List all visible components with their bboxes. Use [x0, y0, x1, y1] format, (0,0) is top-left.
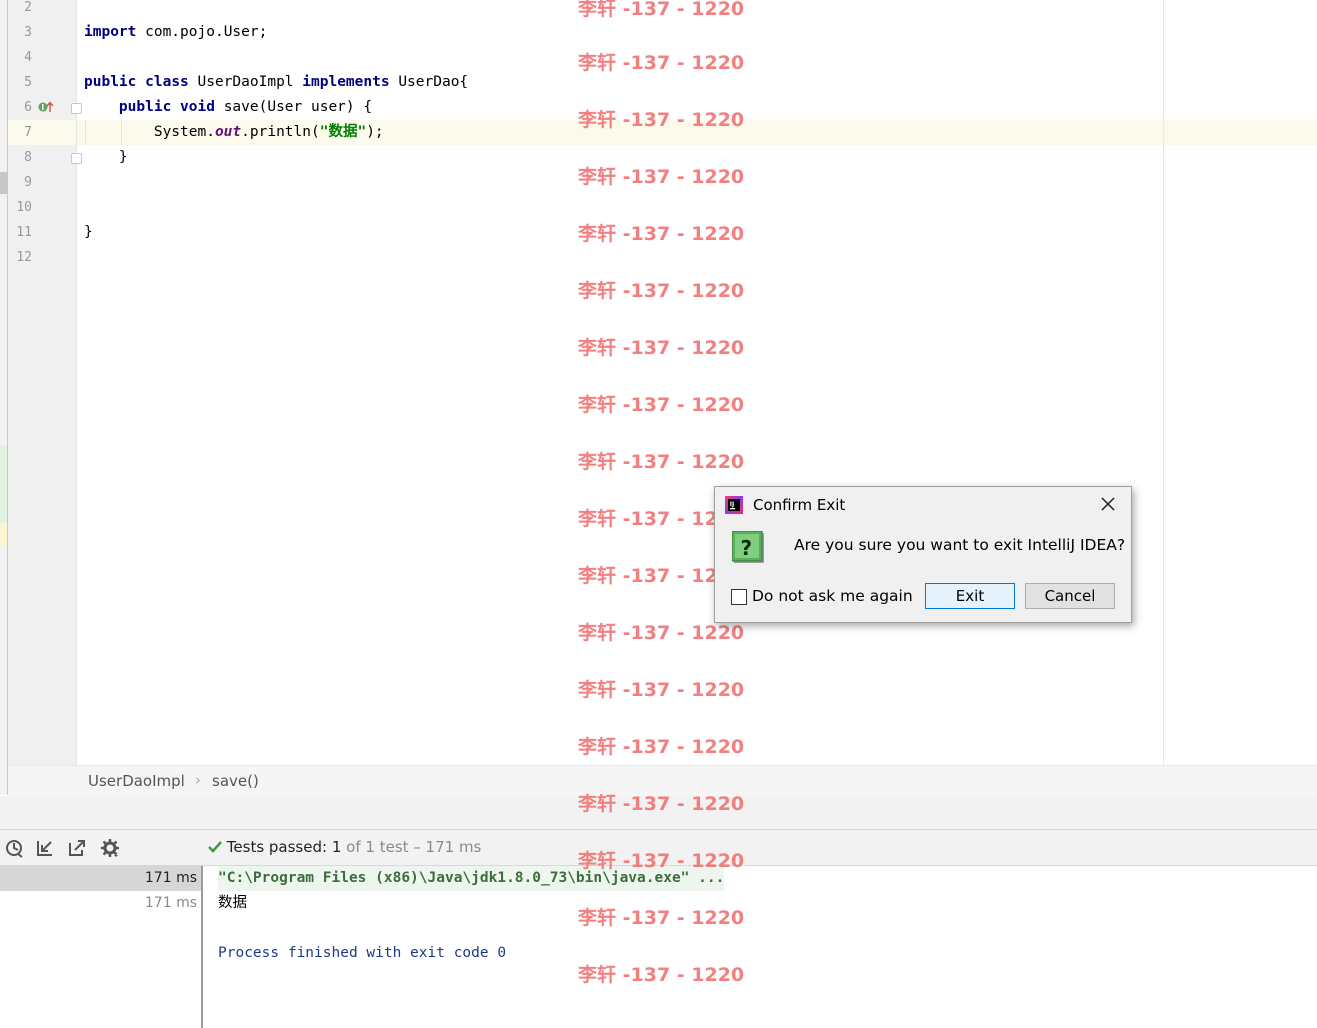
- svg-text:?: ?: [741, 536, 753, 560]
- scroll-marker: [0, 172, 7, 194]
- watermark-text: 李轩 -137 - 1220: [578, 679, 745, 701]
- test-tree-row[interactable]: 171 ms: [0, 891, 201, 916]
- do-not-ask-label[interactable]: Do not ask me again: [752, 587, 913, 605]
- watermark-text: 李轩 -137 - 1220: [578, 793, 745, 815]
- watermark-text: 李轩 -137 - 1220: [578, 337, 745, 359]
- watermark-text: 李轩 -137 - 1220: [578, 52, 745, 74]
- breadcrumb-item-method[interactable]: save(): [212, 772, 259, 790]
- test-time: 171 ms: [144, 870, 197, 886]
- intellij-logo-icon: IJ: [725, 496, 743, 514]
- line-number: 12: [16, 250, 32, 265]
- line-number: 9: [24, 175, 32, 190]
- line-number: 11: [16, 225, 32, 240]
- svg-text:I: I: [41, 103, 44, 112]
- code-line-method: public void save(User user) {: [118, 99, 373, 115]
- code-line-close-class: }: [84, 224, 93, 240]
- code-line-import: import com.pojo.User;: [84, 24, 268, 40]
- console-exit-line: Process finished with exit code 0: [218, 945, 507, 961]
- code-line-class: public class UserDaoImpl implements User…: [84, 74, 469, 90]
- code-line-close-method: }: [84, 149, 128, 165]
- line-number: 5: [24, 75, 32, 90]
- do-not-ask-checkbox[interactable]: [731, 589, 747, 605]
- line-number: 3: [24, 25, 32, 40]
- test-status: Tests passed: 1 of 1 test – 171 ms: [208, 838, 481, 856]
- watermark-text: 李轩 -137 - 1220: [578, 109, 745, 131]
- check-icon: [208, 841, 222, 853]
- chevron-right-icon: ›: [195, 771, 201, 789]
- implements-method-icon[interactable]: I: [38, 101, 54, 113]
- watermark-text: 李轩 -137 - 1220: [578, 280, 745, 302]
- watermark-text: 李轩 -137 - 1220: [578, 394, 745, 416]
- cancel-button[interactable]: Cancel: [1025, 583, 1115, 609]
- watermark-text: 李轩 -137 - 1220: [578, 736, 745, 758]
- test-status-count: 1: [331, 838, 342, 856]
- code-line-println: System.out.println("数据");: [153, 124, 384, 140]
- dialog-message: Are you sure you want to exit IntelliJ I…: [794, 536, 1126, 554]
- line-number: 10: [16, 200, 32, 215]
- console-output-line: 数据: [218, 895, 247, 911]
- test-status-detail: of 1 test – 171 ms: [346, 838, 482, 856]
- test-time: 171 ms: [144, 895, 197, 911]
- right-margin-guide: [1163, 0, 1164, 765]
- confirm-exit-dialog: IJ Confirm Exit ? Are you sure you want …: [714, 486, 1132, 623]
- watermark-text: 李轩 -137 - 1220: [578, 223, 745, 245]
- line-number: 4: [24, 50, 32, 65]
- line-number: 7: [24, 125, 32, 140]
- line-number: 6: [24, 100, 32, 115]
- test-tree-row-selected[interactable]: 171 ms: [0, 866, 201, 891]
- line-number: 2: [24, 0, 32, 15]
- question-icon: ?: [732, 531, 764, 563]
- watermark-text: 李轩 -137 - 1220: [578, 907, 745, 929]
- watermark-text: 李轩 -137 - 1220: [578, 964, 745, 986]
- test-tree[interactable]: 171 ms 171 ms: [0, 866, 203, 1028]
- test-status-label: Tests passed:: [226, 838, 328, 856]
- fold-open-icon[interactable]: [71, 103, 82, 114]
- breadcrumb-item-class[interactable]: UserDaoImpl: [88, 772, 185, 790]
- dialog-title: Confirm Exit: [753, 496, 846, 514]
- watermark-text: 李轩 -137 - 1220: [578, 166, 745, 188]
- line-number: 8: [24, 150, 32, 165]
- history-icon[interactable]: [4, 838, 24, 858]
- close-icon[interactable]: [1099, 495, 1117, 513]
- watermark-text: 李轩 -137 - 1220: [578, 0, 745, 20]
- watermark-text: 李轩 -137 - 1220: [578, 451, 745, 473]
- svg-text:IJ: IJ: [730, 501, 734, 508]
- exit-button[interactable]: Exit: [925, 583, 1015, 609]
- gear-icon[interactable]: [100, 838, 120, 858]
- watermark-text: 李轩 -137 - 1220: [578, 850, 745, 872]
- console-output[interactable]: "C:\Program Files (x86)\Java\jdk1.8.0_73…: [203, 866, 1317, 1028]
- fold-close-icon[interactable]: [71, 153, 82, 164]
- change-marker: [0, 523, 7, 545]
- change-marker: [0, 445, 7, 523]
- export-tests-icon[interactable]: [67, 838, 87, 858]
- import-tests-icon[interactable]: [35, 838, 55, 858]
- left-tool-strip: [0, 0, 8, 795]
